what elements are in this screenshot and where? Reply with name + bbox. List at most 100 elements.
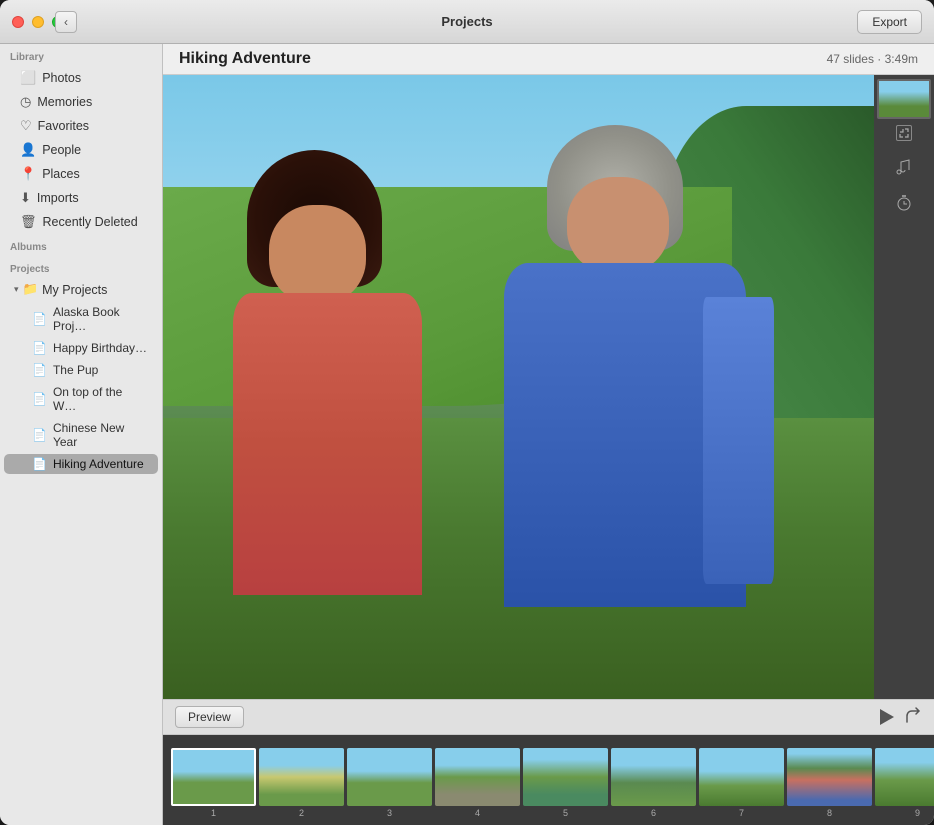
face-right — [567, 177, 669, 275]
sidebar-label-photos: Photos — [42, 71, 81, 85]
expand-icon[interactable] — [896, 125, 912, 141]
sidebar-item-chinese[interactable]: 📄 Chinese New Year — [4, 418, 158, 452]
film-label-4: 4 — [435, 808, 520, 818]
content-area: Hiking Adventure 47 slides · 3:49m — [163, 44, 934, 825]
back-icon: ‹ — [64, 15, 68, 29]
film-thumb-3[interactable]: 3 — [347, 748, 432, 812]
timer-button[interactable] — [890, 189, 918, 217]
film-label-9: 9 — [875, 808, 934, 818]
back-button[interactable]: ‹ — [55, 11, 77, 33]
project-label-alaska: Alaska Book Proj… — [53, 305, 148, 333]
minimize-button[interactable] — [32, 16, 44, 28]
film-image-5 — [523, 748, 608, 806]
filmstrip: 1 2 3 4 5 — [163, 735, 934, 825]
sidebar-item-my-projects[interactable]: ▾ 📁 My Projects — [4, 279, 158, 300]
sidebar-label-recently-deleted: Recently Deleted — [43, 215, 138, 229]
expand-icon-container — [896, 121, 912, 145]
share-icon — [902, 705, 922, 725]
sidebar-item-birthday[interactable]: 📄 Happy Birthday… — [4, 338, 158, 358]
project-icon-alaska: 📄 — [32, 312, 47, 326]
sidebar-item-ontop[interactable]: 📄 On top of the W… — [4, 382, 158, 416]
close-button[interactable] — [12, 16, 24, 28]
project-label-pup: The Pup — [53, 363, 98, 377]
app-window: ‹ Projects Export Library ⬜ Photos ◷ Mem… — [0, 0, 934, 825]
film-image-3 — [347, 748, 432, 806]
film-thumb-2[interactable]: 2 — [259, 748, 344, 812]
project-header: Hiking Adventure 47 slides · 3:49m — [163, 44, 934, 75]
film-thumb-5[interactable]: 5 — [523, 748, 608, 812]
memories-icon: ◷ — [20, 94, 31, 110]
side-panel — [874, 75, 934, 699]
sidebar-item-hiking[interactable]: 📄 Hiking Adventure — [4, 454, 158, 474]
project-icon-ontop: 📄 — [32, 392, 47, 406]
film-thumb-1[interactable]: 1 — [171, 748, 256, 812]
sidebar-label-favorites: Favorites — [38, 119, 89, 133]
film-thumb-4[interactable]: 4 — [435, 748, 520, 812]
sidebar-label-people: People — [42, 143, 81, 157]
my-projects-label: My Projects — [42, 283, 107, 297]
project-label-chinese: Chinese New Year — [53, 421, 148, 449]
sidebar-label-imports: Imports — [37, 191, 79, 205]
sidebar-item-places[interactable]: 📍 Places — [4, 163, 158, 185]
project-icon-birthday: 📄 — [32, 341, 47, 355]
photo-background — [163, 75, 874, 699]
film-label-5: 5 — [523, 808, 608, 818]
film-image-1 — [171, 748, 256, 806]
albums-section-header: Albums — [0, 234, 162, 256]
film-label-8: 8 — [787, 808, 872, 818]
project-icon-hiking: 📄 — [32, 457, 47, 471]
export-button[interactable]: Export — [857, 10, 922, 34]
film-thumb-8[interactable]: 8 — [787, 748, 872, 812]
film-label-1: 1 — [171, 808, 256, 818]
sidebar-item-alaska[interactable]: 📄 Alaska Book Proj… — [4, 302, 158, 336]
film-image-9 — [875, 748, 934, 806]
sidebar-item-photos[interactable]: ⬜ Photos — [4, 67, 158, 89]
slide-count: 47 slides · 3:49m — [827, 52, 918, 66]
photos-icon: ⬜ — [20, 70, 36, 86]
music-button[interactable] — [890, 153, 918, 181]
side-thumbnail[interactable] — [877, 79, 931, 119]
sidebar-item-people[interactable]: 👤 People — [4, 139, 158, 161]
people-icon: 👤 — [20, 142, 36, 158]
timer-icon — [895, 194, 913, 212]
film-label-3: 3 — [347, 808, 432, 818]
sidebar: Library ⬜ Photos ◷ Memories ♡ Favorites … — [0, 44, 163, 825]
trash-icon: 🗑 — [20, 214, 37, 230]
face-left — [269, 205, 366, 304]
film-label-2: 2 — [259, 808, 344, 818]
music-icon — [895, 158, 913, 176]
share-button[interactable] — [902, 705, 922, 730]
film-image-2 — [259, 748, 344, 806]
playback-controls — [252, 709, 894, 725]
main-layout: Library ⬜ Photos ◷ Memories ♡ Favorites … — [0, 44, 934, 825]
sidebar-item-memories[interactable]: ◷ Memories — [4, 91, 158, 113]
preview-bar: Preview — [163, 699, 934, 735]
chevron-down-icon: ▾ — [14, 284, 19, 295]
film-thumb-7[interactable]: 7 — [699, 748, 784, 812]
sidebar-label-places: Places — [42, 167, 80, 181]
body-left — [233, 293, 422, 595]
sidebar-item-recently-deleted[interactable]: 🗑 Recently Deleted — [4, 211, 158, 233]
film-image-7 — [699, 748, 784, 806]
film-thumb-9[interactable]: 9 — [875, 748, 934, 812]
film-image-6 — [611, 748, 696, 806]
project-label-ontop: On top of the W… — [53, 385, 148, 413]
play-button[interactable] — [880, 709, 894, 725]
person-left — [220, 150, 490, 699]
projects-section-header: Projects — [0, 256, 162, 278]
photo-main-area — [163, 75, 934, 699]
film-image-8 — [787, 748, 872, 806]
main-photo-view[interactable] — [163, 75, 874, 699]
sidebar-item-imports[interactable]: ⬇ Imports — [4, 187, 158, 209]
preview-button[interactable]: Preview — [175, 706, 244, 728]
project-icon-chinese: 📄 — [32, 428, 47, 442]
project-label-hiking: Hiking Adventure — [53, 457, 144, 471]
person-right — [504, 125, 788, 699]
places-icon: 📍 — [20, 166, 36, 182]
favorites-icon: ♡ — [20, 118, 32, 134]
sidebar-item-pup[interactable]: 📄 The Pup — [4, 360, 158, 380]
project-label-birthday: Happy Birthday… — [53, 341, 147, 355]
sidebar-item-favorites[interactable]: ♡ Favorites — [4, 115, 158, 137]
library-section-header: Library — [0, 44, 162, 66]
film-thumb-6[interactable]: 6 — [611, 748, 696, 812]
